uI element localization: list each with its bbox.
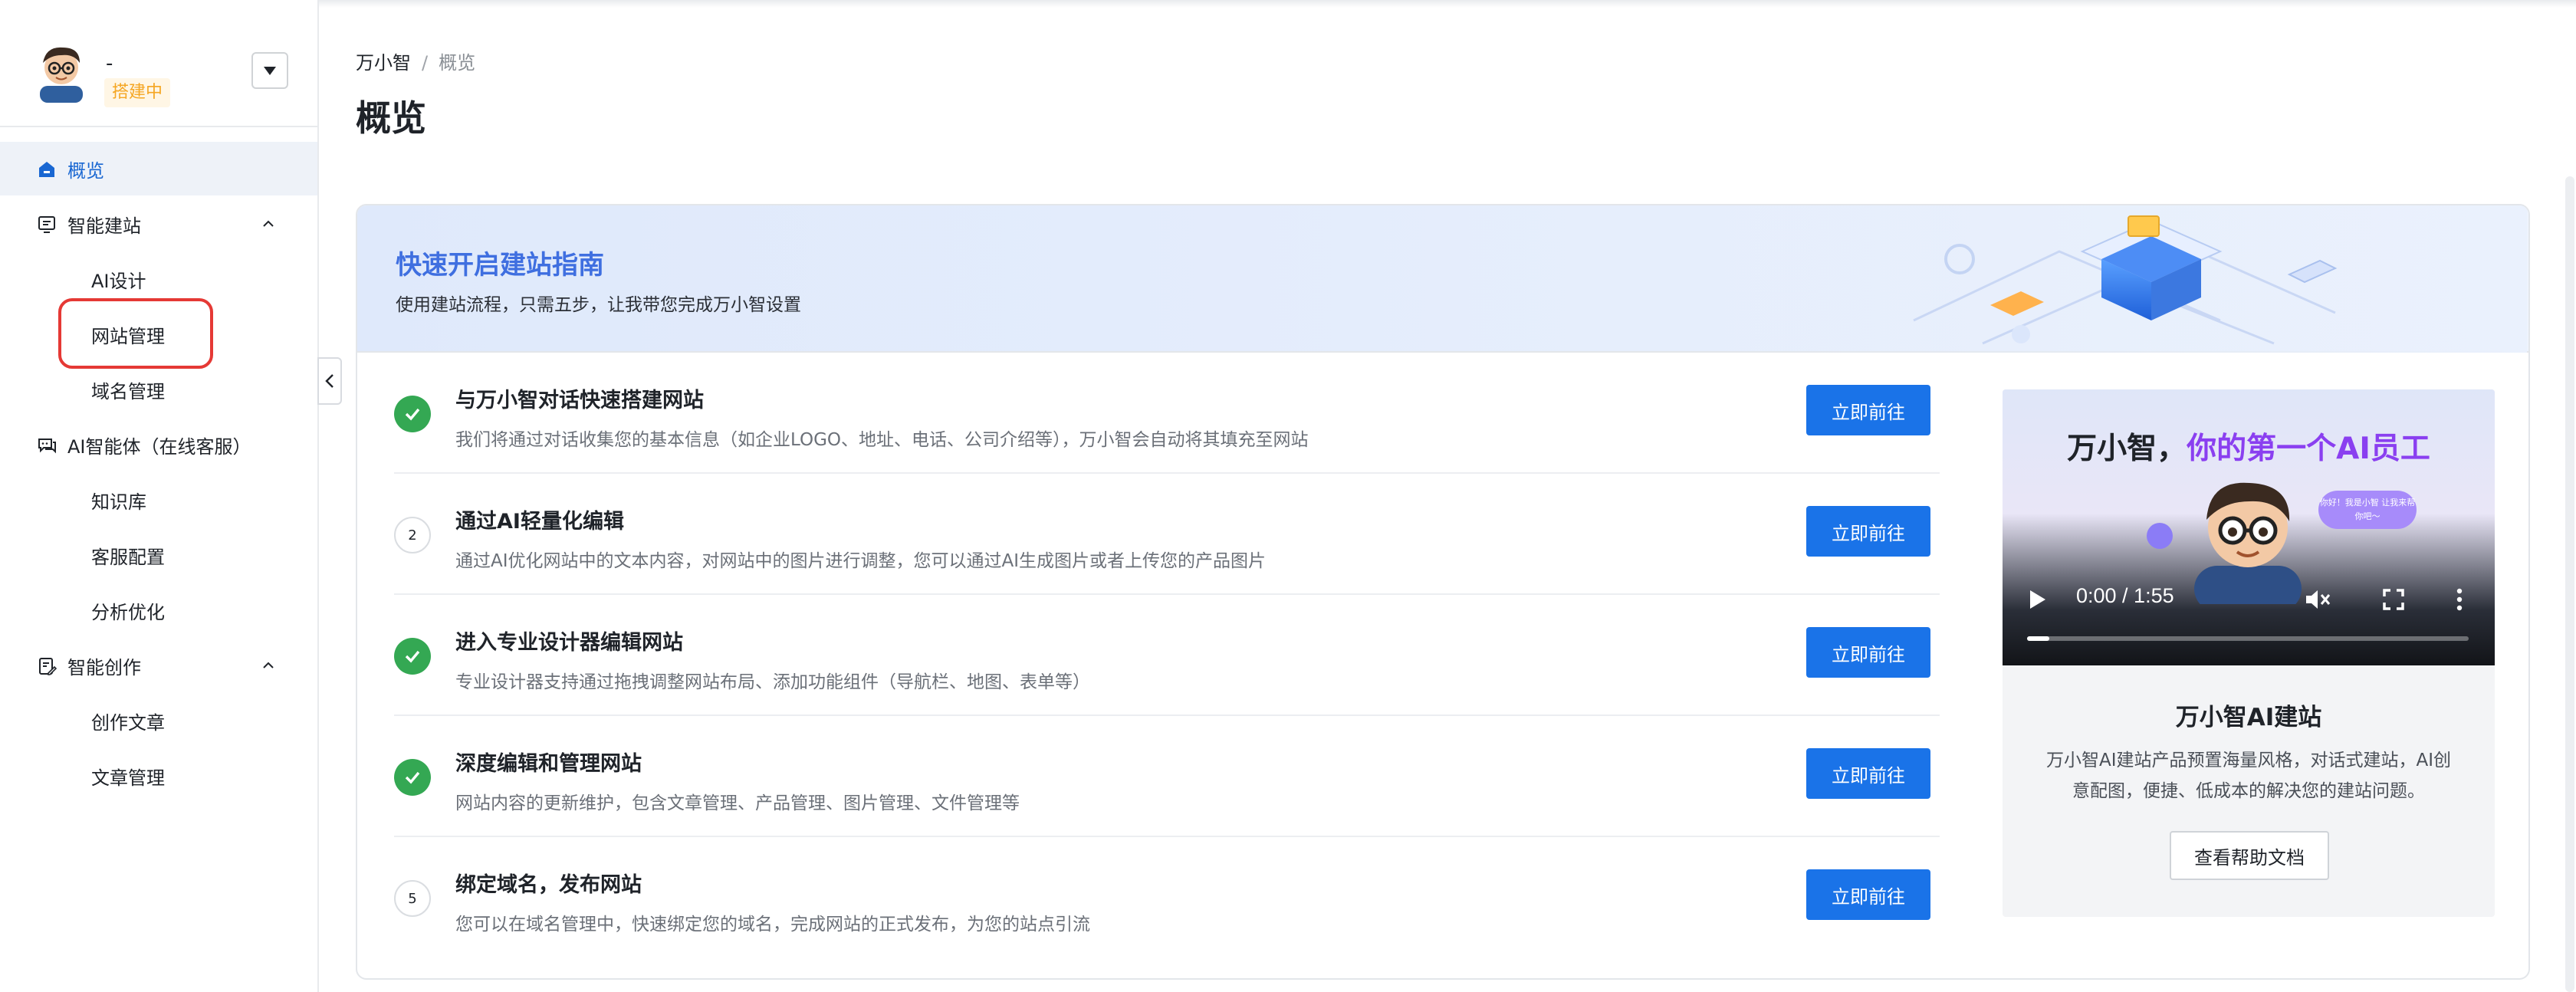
profile-name: -	[106, 52, 113, 75]
sidebar-item-ai-design[interactable]: AI设计	[0, 252, 317, 306]
profile-dropdown-button[interactable]	[251, 52, 288, 89]
sidebar-item-article-management[interactable]: 文章管理	[0, 749, 317, 803]
video-headline: 万小智，你的第一个AI员工	[2003, 425, 2495, 468]
chat-agent-icon	[38, 439, 56, 454]
step-2-go-button[interactable]: 立即前往	[1806, 506, 1930, 557]
intro-video-player[interactable]: 万小智，你的第一个AI员工 你好！我是小智 让我来帮你吧～ 0:00 / 1:5…	[2003, 389, 2495, 665]
avatar	[40, 47, 83, 103]
step-description: 您可以在域名管理中，快速绑定您的域名，完成网站的正式发布，为您的站点引流	[455, 915, 1090, 935]
sidebar-collapse-button[interactable]	[317, 357, 342, 405]
document-edit-icon	[39, 658, 57, 675]
scrollbar[interactable]	[2565, 176, 2574, 992]
home-icon	[39, 162, 54, 177]
video-controls: 0:00 / 1:55	[2003, 576, 2495, 665]
intro-video-card: 万小智，你的第一个AI员工 你好！我是小智 让我来帮你吧～ 0:00 / 1:5…	[2003, 389, 2495, 917]
checkmark-icon	[405, 408, 420, 421]
step-title: 通过AI轻量化编辑	[455, 510, 624, 534]
breadcrumb-root-link[interactable]: 万小智	[356, 52, 411, 74]
sidebar-item-service-config[interactable]: 客服配置	[0, 528, 317, 582]
sidebar-item-label: 域名管理	[91, 380, 165, 402]
sidebar-item-label: 客服配置	[91, 546, 165, 568]
video-time: 0:00 / 1:55	[2076, 584, 2174, 607]
video-progress-fill	[2027, 636, 2049, 641]
site-builder-icon	[38, 216, 55, 233]
sidebar-item-label: AI智能体（在线客服）	[67, 435, 251, 458]
checkmark-icon	[405, 650, 420, 663]
video-card-description: 万小智AI建站产品预置海量风格，对话式建站，AI创意配图，便捷、低成本的解决您的…	[2045, 751, 2452, 801]
more-options-icon[interactable]	[2455, 587, 2464, 612]
step-3-go-button[interactable]: 立即前往	[1806, 627, 1930, 678]
speech-bubble: 你好！我是小智 让我来帮你吧～	[2318, 491, 2417, 529]
play-icon[interactable]	[2027, 589, 2047, 610]
guide-step-3: 进入专业设计器编辑网站 专业设计器支持通过拖拽调整网站布局、添加功能组件（导航栏…	[394, 595, 1940, 716]
page-title: 概览	[356, 97, 426, 139]
decorative-orb	[2147, 523, 2173, 549]
sidebar-item-label: 文章管理	[91, 767, 165, 789]
caret-down-icon	[264, 66, 276, 75]
step-title: 绑定域名，发布网站	[455, 873, 642, 897]
step-number: 5	[394, 880, 431, 917]
step-title: 与万小智对话快速搭建网站	[455, 389, 704, 412]
guide-step-1: 与万小智对话快速搭建网站 我们将通过对话收集您的基本信息（如企业LOGO、地址、…	[394, 353, 1940, 474]
guide-step-5: 5 绑定域名，发布网站 您可以在域名管理中，快速绑定您的域名，完成网站的正式发布…	[394, 837, 1940, 958]
help-docs-button[interactable]: 查看帮助文档	[2170, 831, 2329, 880]
sidebar-item-label: 智能建站	[67, 215, 141, 237]
sidebar-item-overview[interactable]: 概览	[0, 142, 317, 195]
video-headline-prefix: 万小智，	[2067, 432, 2187, 466]
checkmark-icon	[405, 771, 420, 784]
step-description: 通过AI优化网站中的文本内容，对网站中的图片进行调整，您可以通过AI生成图片或者…	[455, 551, 1267, 571]
setup-guide-panel: 快速开启建站指南 使用建站流程，只需五步，让我带您完成万小智设置 与万小智对话快…	[356, 204, 2530, 980]
step-1-go-button[interactable]: 立即前往	[1806, 385, 1930, 435]
step-description: 网站内容的更新维护，包含文章管理、产品管理、图片管理、文件管理等	[455, 793, 1020, 813]
isometric-illustration	[1661, 205, 2527, 353]
chevron-up-icon	[263, 662, 274, 668]
sidebar-item-knowledge-base[interactable]: 知识库	[0, 473, 317, 527]
sidebar-item-label: 知识库	[91, 491, 146, 513]
sidebar-item-ai-agent[interactable]: AI智能体（在线客服）	[0, 418, 317, 471]
video-card-title: 万小智AI建站	[2175, 704, 2322, 731]
sidebar-item-smart-creation[interactable]: 智能创作	[0, 639, 317, 692]
sidebar-item-label: AI设计	[91, 270, 146, 292]
step-5-go-button[interactable]: 立即前往	[1806, 869, 1930, 920]
sidebar-item-analytics[interactable]: 分析优化	[0, 583, 317, 637]
guide-banner: 快速开启建站指南 使用建站流程，只需五步，让我带您完成万小智设置	[357, 205, 2528, 353]
sidebar-item-site-builder[interactable]: 智能建站	[0, 197, 317, 251]
guide-step-4: 深度编辑和管理网站 网站内容的更新维护，包含文章管理、产品管理、图片管理、文件管…	[394, 716, 1940, 837]
step-description: 专业设计器支持通过拖拽调整网站布局、添加功能组件（导航栏、地图、表单等）	[455, 672, 1090, 692]
breadcrumb-current: 概览	[439, 52, 476, 74]
guide-step-2: 2 通过AI轻量化编辑 通过AI优化网站中的文本内容，对网站中的图片进行调整，您…	[394, 474, 1940, 595]
guide-title: 快速开启建站指南	[396, 250, 604, 281]
chevron-left-icon	[325, 374, 334, 388]
sidebar: - 搭建中 概览 智能建站 AI设计 网站管理 域名管理 AI智能体（在线客服）…	[0, 0, 319, 992]
breadcrumb: 万小智 / 概览	[356, 48, 475, 74]
step-complete-badge	[394, 759, 431, 796]
sidebar-item-label: 概览	[67, 159, 104, 182]
sidebar-item-label: 智能创作	[67, 656, 141, 678]
status-badge: 搭建中	[104, 78, 171, 107]
breadcrumb-separator: /	[422, 52, 429, 74]
fullscreen-icon[interactable]	[2383, 589, 2404, 610]
sidebar-item-label: 创作文章	[91, 711, 165, 734]
video-headline-highlight: 你的第一个AI员工	[2187, 432, 2430, 466]
top-shadow	[0, 0, 2576, 8]
step-number: 2	[394, 517, 431, 553]
video-progress-bar[interactable]	[2027, 636, 2469, 641]
chevron-up-icon	[263, 220, 274, 227]
sidebar-item-label: 分析优化	[91, 601, 165, 623]
sidebar-item-website-management[interactable]: 网站管理	[0, 307, 317, 361]
step-complete-badge	[394, 638, 431, 675]
mute-icon[interactable]	[2305, 587, 2331, 612]
profile-header: - 搭建中	[0, 8, 317, 127]
guide-subtitle: 使用建站流程，只需五步，让我带您完成万小智设置	[396, 295, 801, 315]
step-4-go-button[interactable]: 立即前往	[1806, 748, 1930, 799]
step-complete-badge	[394, 396, 431, 432]
sidebar-item-create-article[interactable]: 创作文章	[0, 694, 317, 747]
step-description: 我们将通过对话收集您的基本信息（如企业LOGO、地址、电话、公司介绍等），万小智…	[455, 430, 1309, 450]
sidebar-item-domain-management[interactable]: 域名管理	[0, 363, 317, 416]
step-title: 进入专业设计器编辑网站	[455, 631, 683, 655]
step-title: 深度编辑和管理网站	[455, 752, 642, 776]
sidebar-item-label: 网站管理	[91, 325, 165, 347]
